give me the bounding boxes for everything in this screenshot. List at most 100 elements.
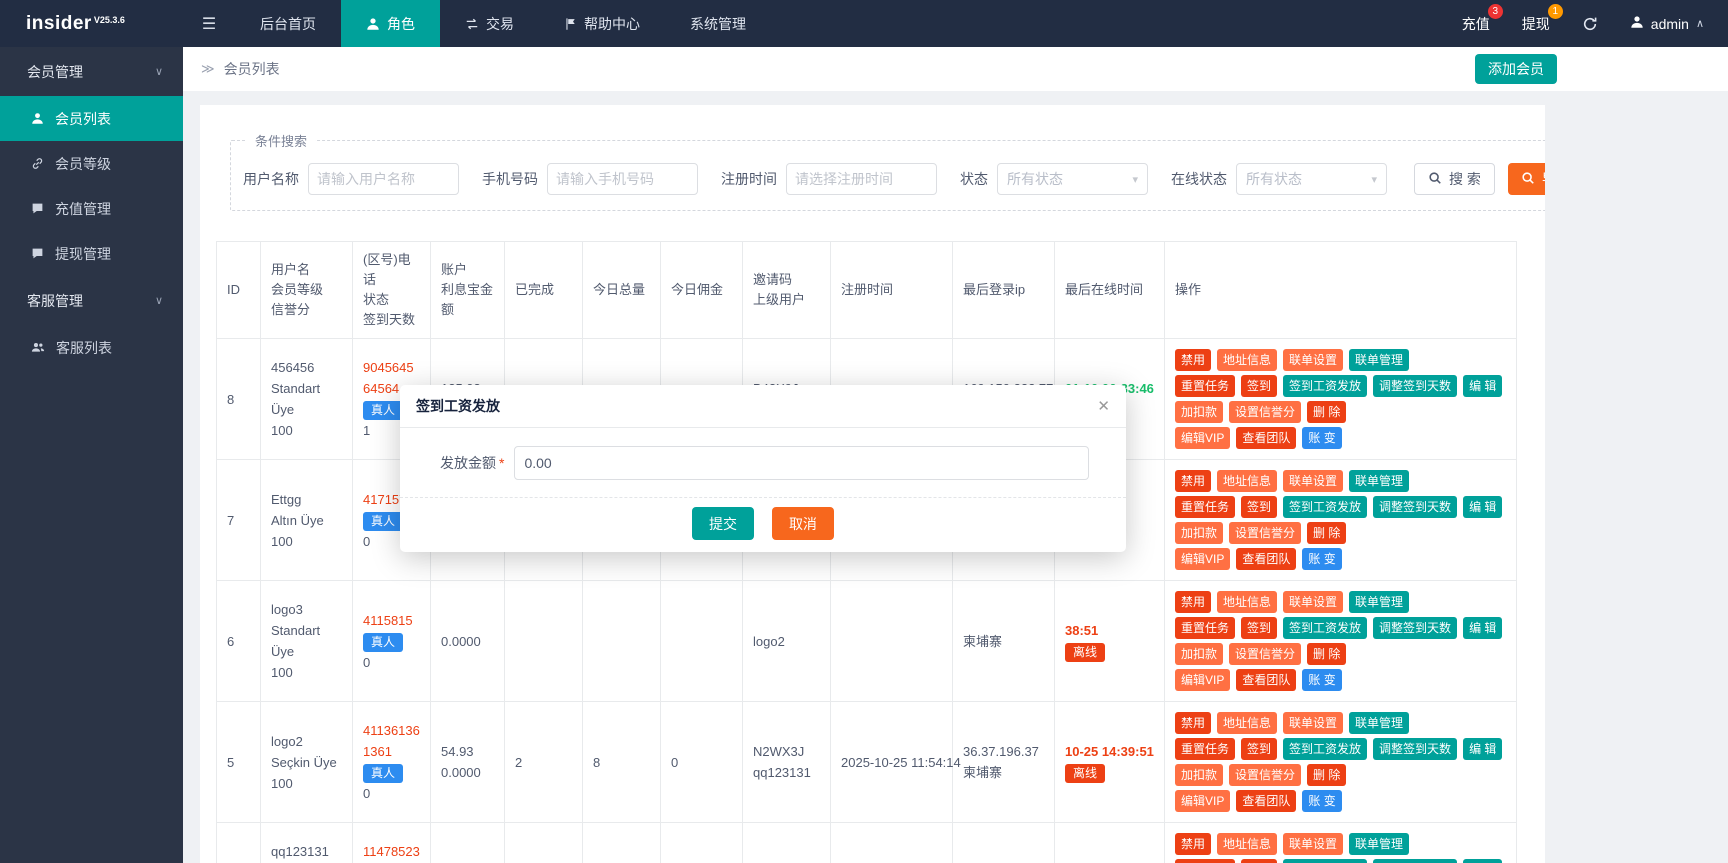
action-button[interactable]: 调整签到天数: [1373, 738, 1458, 760]
nav-item-help[interactable]: 帮助中心: [539, 0, 665, 47]
add-member-button[interactable]: 添加会员: [1475, 54, 1557, 84]
action-button[interactable]: 删 除: [1307, 764, 1347, 786]
sidebar-group-member-management[interactable]: 会员管理 ∨: [0, 47, 183, 96]
action-button[interactable]: 删 除: [1307, 643, 1347, 665]
export-button[interactable]: 导 出: [1507, 163, 1545, 195]
action-button[interactable]: 设置信誉分: [1229, 764, 1302, 786]
action-button[interactable]: 签到工资发放: [1283, 859, 1368, 863]
action-button[interactable]: 重置任务: [1175, 375, 1236, 397]
action-button[interactable]: 加扣款: [1175, 522, 1224, 544]
action-button[interactable]: 加扣款: [1175, 401, 1224, 423]
action-button[interactable]: 查看团队: [1236, 790, 1297, 812]
status-select[interactable]: 所有状态 ▾: [997, 163, 1148, 195]
action-button[interactable]: 地址信息: [1217, 349, 1278, 371]
search-button[interactable]: 搜 索: [1414, 163, 1495, 195]
action-button[interactable]: 联单设置: [1283, 470, 1344, 492]
action-button[interactable]: 签到: [1241, 496, 1278, 518]
username-search-input[interactable]: [308, 163, 459, 195]
action-button[interactable]: 查看团队: [1236, 669, 1297, 691]
nav-item-roles[interactable]: 角色: [341, 0, 440, 47]
action-button[interactable]: 账 变: [1302, 427, 1342, 449]
action-button[interactable]: 查看团队: [1236, 427, 1297, 449]
action-button[interactable]: 禁用: [1175, 591, 1212, 613]
action-button[interactable]: 编 辑: [1463, 738, 1503, 760]
action-button[interactable]: 重置任务: [1175, 617, 1236, 639]
action-button[interactable]: 加扣款: [1175, 643, 1224, 665]
action-button[interactable]: 签到工资发放: [1283, 496, 1368, 518]
submit-button[interactable]: 提交: [692, 507, 755, 540]
nav-item-dashboard[interactable]: 后台首页: [235, 0, 341, 47]
phone-search-input[interactable]: [547, 163, 698, 195]
cancel-button[interactable]: 取消: [771, 507, 834, 540]
action-button[interactable]: 签到工资发放: [1283, 738, 1368, 760]
action-button[interactable]: 地址信息: [1217, 470, 1278, 492]
action-button[interactable]: 签到: [1241, 617, 1278, 639]
action-button[interactable]: 编辑VIP: [1175, 548, 1231, 570]
action-button[interactable]: 联单设置: [1283, 833, 1344, 855]
sidebar-group-service-management[interactable]: 客服管理 ∨: [0, 276, 183, 325]
nav-item-system[interactable]: 系统管理: [665, 0, 771, 47]
action-button[interactable]: 重置任务: [1175, 859, 1236, 863]
action-button[interactable]: 调整签到天数: [1373, 496, 1458, 518]
action-button[interactable]: 签到: [1241, 859, 1278, 863]
nav-item-trade[interactable]: 交易: [440, 0, 539, 47]
real-user-badge: 真人: [363, 632, 404, 652]
action-button[interactable]: 签到: [1241, 738, 1278, 760]
action-button[interactable]: 调整签到天数: [1373, 617, 1458, 639]
online-status-select[interactable]: 所有状态 ▾: [1236, 163, 1387, 195]
action-button[interactable]: 联单管理: [1349, 833, 1410, 855]
action-button[interactable]: 账 变: [1302, 669, 1342, 691]
action-button[interactable]: 联单管理: [1349, 349, 1410, 371]
action-button[interactable]: 账 变: [1302, 790, 1342, 812]
sidebar-item-member-list[interactable]: 会员列表: [0, 96, 183, 141]
action-button[interactable]: 重置任务: [1175, 738, 1236, 760]
amount-input[interactable]: [514, 446, 1089, 480]
action-button[interactable]: 编辑VIP: [1175, 427, 1231, 449]
action-button[interactable]: 联单设置: [1283, 349, 1344, 371]
action-button[interactable]: 加扣款: [1175, 764, 1224, 786]
sidebar-item-member-level[interactable]: 会员等级: [0, 141, 183, 186]
action-button[interactable]: 签到工资发放: [1283, 375, 1368, 397]
top-nav: 后台首页 角色 交易 帮助中心 系统管理: [235, 0, 771, 47]
action-button[interactable]: 编 辑: [1463, 617, 1503, 639]
close-icon[interactable]: ✕: [1097, 397, 1110, 415]
action-button[interactable]: 账 变: [1302, 548, 1342, 570]
action-button[interactable]: 调整签到天数: [1373, 859, 1458, 863]
action-button[interactable]: 删 除: [1307, 522, 1347, 544]
regtime-search-input[interactable]: [786, 163, 937, 195]
action-button[interactable]: 禁用: [1175, 470, 1212, 492]
action-button[interactable]: 重置任务: [1175, 496, 1236, 518]
action-button[interactable]: 编辑VIP: [1175, 790, 1231, 812]
action-button[interactable]: 地址信息: [1217, 591, 1278, 613]
action-button[interactable]: 地址信息: [1217, 833, 1278, 855]
action-button[interactable]: 设置信誉分: [1229, 522, 1302, 544]
action-button[interactable]: 编 辑: [1463, 859, 1503, 863]
action-button[interactable]: 禁用: [1175, 712, 1212, 734]
hamburger-icon[interactable]: ☰: [183, 14, 235, 34]
action-button[interactable]: 查看团队: [1236, 548, 1297, 570]
action-button[interactable]: 编辑VIP: [1175, 669, 1231, 691]
action-button[interactable]: 地址信息: [1217, 712, 1278, 734]
action-button[interactable]: 联单管理: [1349, 591, 1410, 613]
sidebar-item-withdraw-management[interactable]: 提现管理: [0, 231, 183, 276]
sidebar-item-service-list[interactable]: 客服列表: [0, 325, 183, 370]
action-button[interactable]: 签到工资发放: [1283, 617, 1368, 639]
user-menu[interactable]: admin ∧: [1630, 15, 1704, 32]
action-button[interactable]: 联单设置: [1283, 712, 1344, 734]
sidebar-item-recharge-management[interactable]: 充值管理: [0, 186, 183, 231]
action-button[interactable]: 编 辑: [1463, 496, 1503, 518]
recharge-link[interactable]: 充值 3: [1462, 3, 1503, 34]
action-button[interactable]: 设置信誉分: [1229, 643, 1302, 665]
refresh-icon[interactable]: [1582, 16, 1598, 32]
action-button[interactable]: 删 除: [1307, 401, 1347, 423]
action-button[interactable]: 联单管理: [1349, 712, 1410, 734]
action-button[interactable]: 禁用: [1175, 349, 1212, 371]
withdraw-link[interactable]: 提现 1: [1522, 3, 1563, 34]
action-button[interactable]: 联单设置: [1283, 591, 1344, 613]
action-button[interactable]: 调整签到天数: [1373, 375, 1458, 397]
action-button[interactable]: 签到: [1241, 375, 1278, 397]
action-button[interactable]: 编 辑: [1463, 375, 1503, 397]
action-button[interactable]: 设置信誉分: [1229, 401, 1302, 423]
action-button[interactable]: 禁用: [1175, 833, 1212, 855]
action-button[interactable]: 联单管理: [1349, 470, 1410, 492]
